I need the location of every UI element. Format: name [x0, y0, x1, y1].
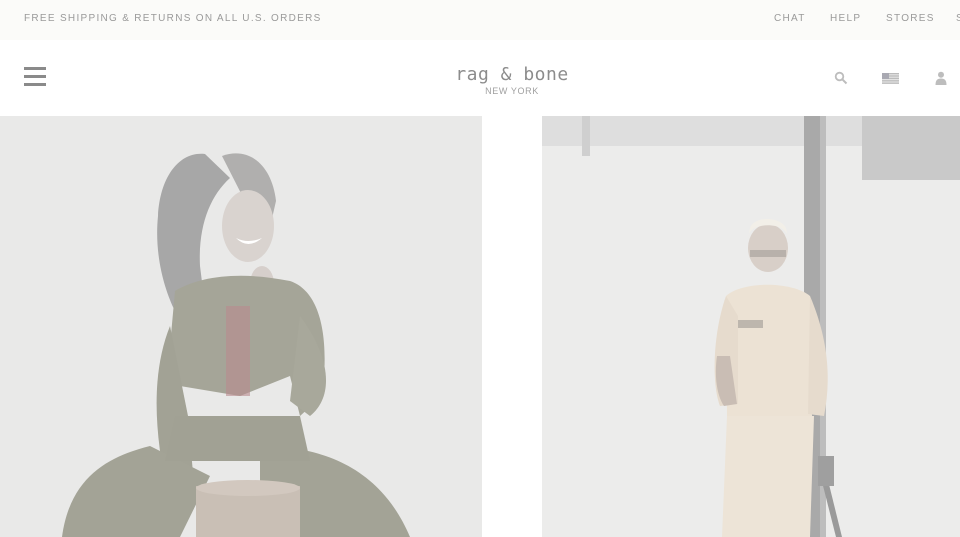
site-header: rag & bone NEW YORK	[0, 40, 960, 116]
woman-photo	[0, 116, 482, 537]
chat-link[interactable]: CHAT	[774, 13, 806, 24]
menu-icon[interactable]	[24, 67, 46, 87]
promo-text: FREE SHIPPING & RETURNS ON ALL U.S. ORDE…	[24, 13, 322, 24]
hero-image-right[interactable]	[542, 116, 960, 537]
help-link[interactable]: HELP	[830, 13, 861, 24]
stores-link[interactable]: STORES	[886, 13, 935, 24]
account-icon[interactable]	[935, 71, 947, 85]
brand-logo[interactable]: rag & bone NEW YORK	[440, 64, 584, 100]
sign-in-link[interactable]: S	[956, 13, 960, 24]
search-icon[interactable]	[834, 71, 848, 85]
us-flag-icon[interactable]	[882, 73, 899, 84]
hero-image-left[interactable]	[0, 116, 482, 537]
man-photo	[542, 116, 960, 537]
logo-wordmark: rag & bone	[455, 64, 569, 85]
logo-subtitle: NEW YORK	[485, 86, 539, 96]
promo-bar: FREE SHIPPING & RETURNS ON ALL U.S. ORDE…	[0, 0, 960, 40]
